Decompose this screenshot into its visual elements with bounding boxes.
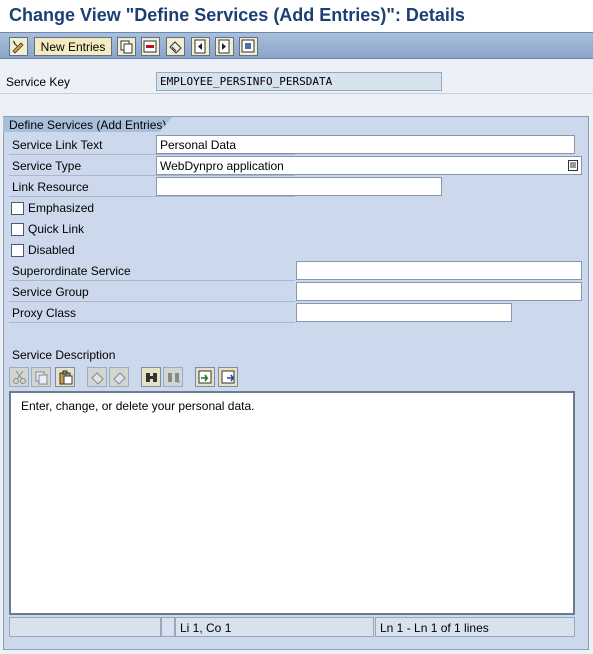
cut-icon[interactable] [9,367,29,387]
status-cell-2 [161,617,175,637]
emphasized-label: Emphasized [28,201,95,215]
divider [9,301,295,302]
emphasized-checkbox[interactable] [11,202,24,215]
quick-link-checkbox[interactable] [11,223,24,236]
import-icon[interactable] [195,367,215,387]
application-toolbar: New Entries [0,32,593,59]
status-cell-1 [9,617,161,637]
service-link-text-label: Service Link Text [12,138,103,152]
group-title: Define Services (Add Entries) [3,116,173,132]
service-type-label: Service Type [12,159,82,173]
superordinate-service-field[interactable] [296,261,582,280]
service-key-field[interactable]: EMPLOYEE_PERSINFO_PERSDATA [156,72,442,91]
delete-icon[interactable] [141,37,160,56]
service-group-field[interactable] [296,282,582,301]
service-description-label: Service Description [12,348,116,362]
proxy-class-field[interactable] [296,303,512,322]
superordinate-service-label: Superordinate Service [12,264,131,278]
divider [9,154,295,155]
next-entry-icon[interactable] [215,37,234,56]
description-editor[interactable]: Enter, change, or delete your personal d… [9,391,575,615]
divider [9,322,295,323]
copy-text-icon[interactable] [31,367,51,387]
divider [9,280,295,281]
service-type-dropdown[interactable]: WebDynpro application [156,156,582,175]
undo-icon[interactable] [166,37,185,56]
undo-text-icon[interactable] [87,367,107,387]
find-next-icon[interactable] [163,367,183,387]
cursor-position: Li 1, Co 1 [175,617,374,637]
service-link-text-field[interactable]: Personal Data [156,135,575,154]
copy-icon[interactable] [117,37,136,56]
paste-icon[interactable] [55,367,75,387]
page-title: Change View "Define Services (Add Entrie… [0,0,593,32]
service-group-label: Service Group [12,285,89,299]
change-display-icon[interactable] [9,37,28,56]
disabled-checkbox[interactable] [11,244,24,257]
link-resource-label: Link Resource [12,180,89,194]
disabled-label: Disabled [28,243,75,257]
find-icon[interactable] [141,367,161,387]
service-type-value: WebDynpro application [160,159,284,173]
line-count: Ln 1 - Ln 1 of 1 lines [375,617,575,637]
select-all-icon[interactable] [239,37,258,56]
quick-link-label: Quick Link [28,222,85,236]
export-icon[interactable] [218,367,238,387]
divider [9,196,295,197]
service-key-label: Service Key [6,75,71,89]
proxy-class-label: Proxy Class [12,306,77,320]
editor-text: Enter, change, or delete your personal d… [21,399,255,413]
dropdown-icon[interactable] [568,160,578,171]
new-entries-button[interactable]: New Entries [34,37,112,56]
previous-entry-icon[interactable] [191,37,210,56]
redo-text-icon[interactable] [109,367,129,387]
divider [9,175,295,176]
link-resource-field[interactable] [156,177,442,196]
